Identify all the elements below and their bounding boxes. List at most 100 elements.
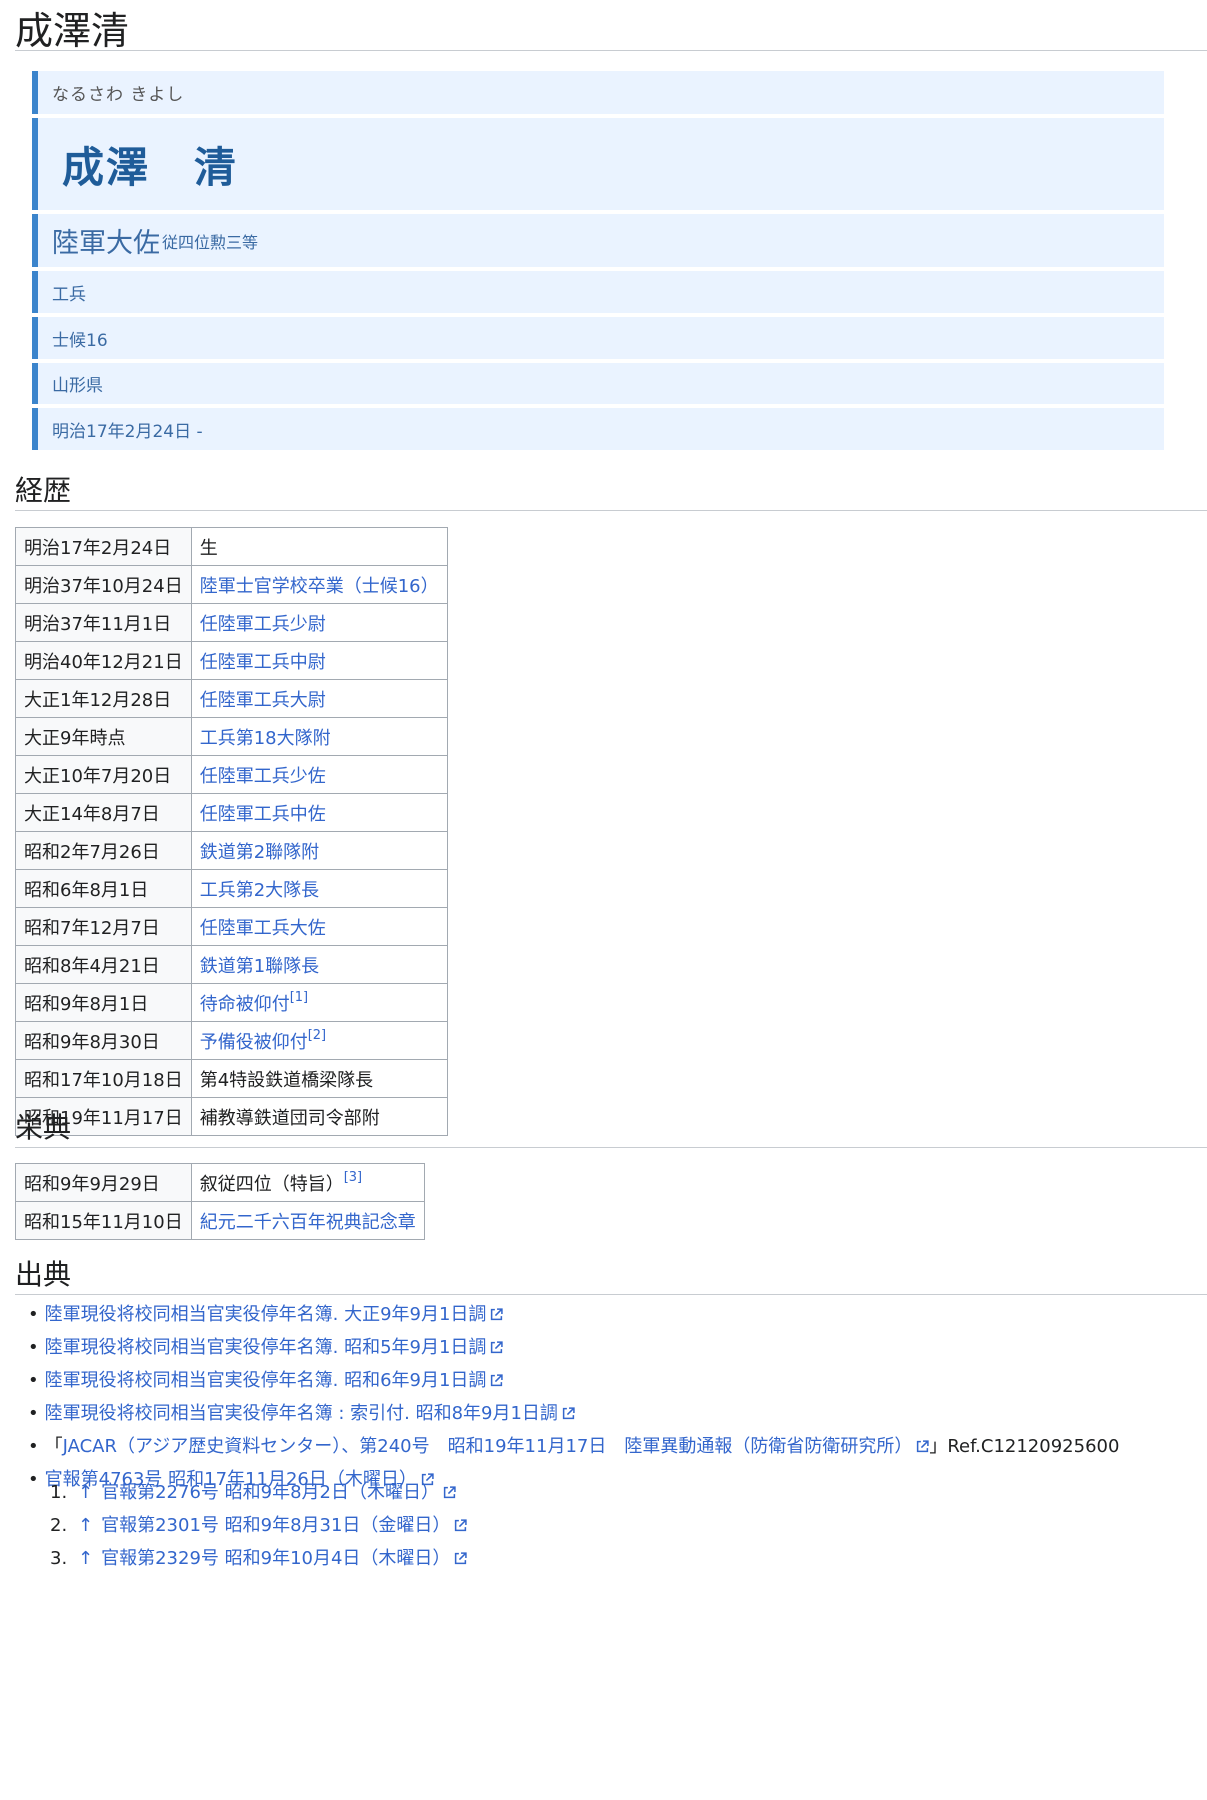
honor-event-text[interactable]: 紀元二千六百年祝典記念章: [200, 1212, 416, 1233]
career-event[interactable]: 任陸軍工兵大佐: [190, 907, 448, 946]
career-event[interactable]: 待命被仰付[1]: [190, 983, 448, 1022]
sources-list: • 陸軍現役将校同相当官実役停年名簿. 大正9年9月1日調 • 陸軍現役将校同相当官実…: [28, 1298, 1119, 1496]
source-link[interactable]: 陸軍現役将校同相当官実役停年名簿 : 索引付. 昭和8年9月1日調: [45, 1403, 558, 1424]
career-date: 昭和8年4月21日: [15, 945, 192, 984]
career-event: 生: [190, 527, 448, 566]
career-event-text[interactable]: 任陸軍工兵少佐: [200, 766, 326, 787]
career-event[interactable]: 鉄道第1聯隊長: [190, 945, 448, 984]
source-prefix: 「: [44, 1436, 63, 1457]
honor-row: 昭和15年11月10日 紀元二千六百年祝典記念章: [15, 1201, 425, 1240]
career-event-text[interactable]: 予備役被仰付: [200, 1032, 308, 1053]
career-row: 明治17年2月24日生: [15, 527, 448, 566]
career-event[interactable]: 任陸軍工兵少尉: [190, 603, 448, 642]
note-item: 2. ↑ 官報第2301号 昭和9年8月31日（金曜日）: [50, 1509, 468, 1542]
infobox-class: 士候16: [32, 317, 1164, 359]
infobox-birthplace: 山形県: [32, 363, 1164, 404]
source-link[interactable]: 陸軍現役将校同相当官実役停年名簿. 昭和6年9月1日調: [45, 1370, 487, 1391]
source-link[interactable]: JACAR（アジア歴史資料センター）、第240号 昭和19年11月17日 陸軍異…: [63, 1436, 913, 1457]
source-suffix: 」Ref.C12120925600: [929, 1436, 1120, 1457]
career-event-text[interactable]: 待命被仰付: [200, 994, 290, 1015]
backlink-arrow-icon[interactable]: ↑: [78, 1515, 93, 1536]
career-event-text[interactable]: 任陸軍工兵大佐: [200, 918, 326, 939]
career-event-text: 第4特設鉄道橋梁隊長: [199, 1069, 374, 1091]
infobox-reading: なるさわ きよし: [32, 71, 1164, 114]
backlink-arrow-icon[interactable]: ↑: [78, 1548, 93, 1569]
career-row: 大正14年8月7日 任陸軍工兵中佐: [15, 793, 448, 832]
bullet-icon: •: [28, 1304, 39, 1325]
bullet-icon: •: [28, 1403, 39, 1424]
career-event-text[interactable]: 任陸軍工兵中佐: [200, 804, 326, 825]
external-link-icon: [439, 1482, 456, 1503]
career-event[interactable]: 工兵第18大隊附: [190, 717, 448, 756]
career-event[interactable]: 鉄道第2聯隊附: [190, 831, 448, 870]
external-link-icon: [486, 1337, 504, 1358]
reference-link[interactable]: [2]: [308, 1028, 326, 1043]
career-section: 経歴: [15, 473, 1207, 511]
career-row: 明治40年12月21日 任陸軍工兵中尉: [15, 641, 448, 680]
honors-table: 昭和9年9月29日 叙従四位（特旨）[3] 昭和15年11月10日 紀元二千六百年祝典…: [15, 1163, 425, 1240]
career-event[interactable]: 任陸軍工兵少佐: [190, 755, 448, 794]
career-row: 明治37年11月1日 任陸軍工兵少尉: [15, 603, 448, 642]
honor-event: 叙従四位（特旨）[3]: [190, 1163, 425, 1202]
note-item: 3. ↑ 官報第2329号 昭和9年10月4日（木曜日）: [50, 1542, 468, 1575]
career-event[interactable]: 任陸軍工兵中佐: [190, 793, 448, 832]
career-event[interactable]: 任陸軍工兵大尉: [190, 679, 448, 718]
career-event[interactable]: 工兵第2大隊長: [190, 869, 448, 908]
external-link-icon: [486, 1370, 504, 1391]
career-date: 昭和9年8月1日: [15, 983, 192, 1022]
birthplace-link[interactable]: 山形県: [52, 371, 103, 396]
note-link[interactable]: 官報第2276号 昭和9年8月2日（木曜日）: [101, 1482, 439, 1503]
source-link[interactable]: 陸軍現役将校同相当官実役停年名簿. 大正9年9月1日調: [45, 1304, 487, 1325]
career-row: 明治37年10月24日 陸軍士官学校卒業（士候16）: [15, 565, 448, 604]
career-row: 大正10年7月20日 任陸軍工兵少佐: [15, 755, 448, 794]
career-event-text[interactable]: 工兵第2大隊長: [200, 880, 319, 901]
reference-link[interactable]: [3]: [344, 1170, 362, 1185]
note-number: 1.: [50, 1482, 68, 1503]
rank-text[interactable]: 陸軍大佐: [52, 221, 160, 260]
backlink-arrow-icon[interactable]: ↑: [78, 1482, 93, 1503]
sources-heading: 出典: [15, 1257, 1207, 1295]
honor-event[interactable]: 紀元二千六百年祝典記念章: [190, 1201, 425, 1240]
career-event[interactable]: 予備役被仰付[2]: [190, 1021, 448, 1060]
career-row: 大正9年時点 工兵第18大隊附: [15, 717, 448, 756]
bullet-icon: •: [28, 1370, 39, 1391]
career-event-text[interactable]: 任陸軍工兵中尉: [200, 652, 326, 673]
career-event-text[interactable]: 鉄道第2聯隊附: [200, 842, 319, 863]
branch-link[interactable]: 工兵: [52, 280, 86, 305]
external-link-icon: [912, 1436, 930, 1457]
source-item: • 陸軍現役将校同相当官実役停年名簿. 昭和6年9月1日調: [28, 1364, 1119, 1397]
career-event-text[interactable]: 任陸軍工兵少尉: [200, 614, 326, 635]
source-link[interactable]: 陸軍現役将校同相当官実役停年名簿. 昭和5年9月1日調: [45, 1337, 487, 1358]
external-link-icon: [558, 1403, 575, 1424]
honors-section: 栄典: [15, 1110, 1207, 1148]
article: 成澤清: [15, 0, 1207, 53]
reference-link[interactable]: [1]: [290, 990, 308, 1005]
source-item: • 陸軍現役将校同相当官実役停年名簿 : 索引付. 昭和8年9月1日調: [28, 1397, 1119, 1430]
note-link[interactable]: 官報第2329号 昭和9年10月4日（木曜日）: [101, 1548, 450, 1569]
career-row: 昭和8年4月21日 鉄道第1聯隊長: [15, 945, 448, 984]
name-text: 成澤 清: [62, 142, 239, 192]
career-row: 昭和7年12月7日 任陸軍工兵大佐: [15, 907, 448, 946]
career-date: 明治40年12月21日: [15, 641, 192, 680]
career-date: 明治37年11月1日: [15, 603, 192, 642]
career-row: 昭和17年10月18日 第4特設鉄道橋梁隊長: [15, 1059, 448, 1098]
career-event-text[interactable]: 陸軍士官学校卒業（士候16）: [200, 576, 439, 597]
class-link[interactable]: 士候16: [52, 326, 108, 351]
career-heading: 経歴: [15, 473, 1207, 511]
career-event-text[interactable]: 任陸軍工兵大尉: [200, 690, 326, 711]
dates-text: 明治17年2月24日 -: [52, 421, 203, 442]
career-event: 第4特設鉄道橋梁隊長: [190, 1059, 448, 1098]
reading-text: なるさわ きよし: [52, 85, 185, 105]
external-link-icon: [450, 1548, 468, 1569]
bullet-icon: •: [28, 1436, 39, 1457]
infobox-name: 成澤 清: [32, 118, 1164, 210]
career-event[interactable]: 任陸軍工兵中尉: [190, 641, 448, 680]
career-date: 明治17年2月24日: [15, 527, 192, 566]
career-row: 昭和9年8月1日 待命被仰付[1]: [15, 983, 448, 1022]
note-link[interactable]: 官報第2301号 昭和9年8月31日（金曜日）: [101, 1515, 450, 1536]
career-event-text[interactable]: 工兵第18大隊附: [200, 728, 331, 749]
career-event[interactable]: 陸軍士官学校卒業（士候16）: [190, 565, 448, 604]
external-link-icon: [450, 1515, 468, 1536]
honors-heading: 栄典: [15, 1110, 1207, 1148]
career-event-text[interactable]: 鉄道第1聯隊長: [200, 956, 319, 977]
